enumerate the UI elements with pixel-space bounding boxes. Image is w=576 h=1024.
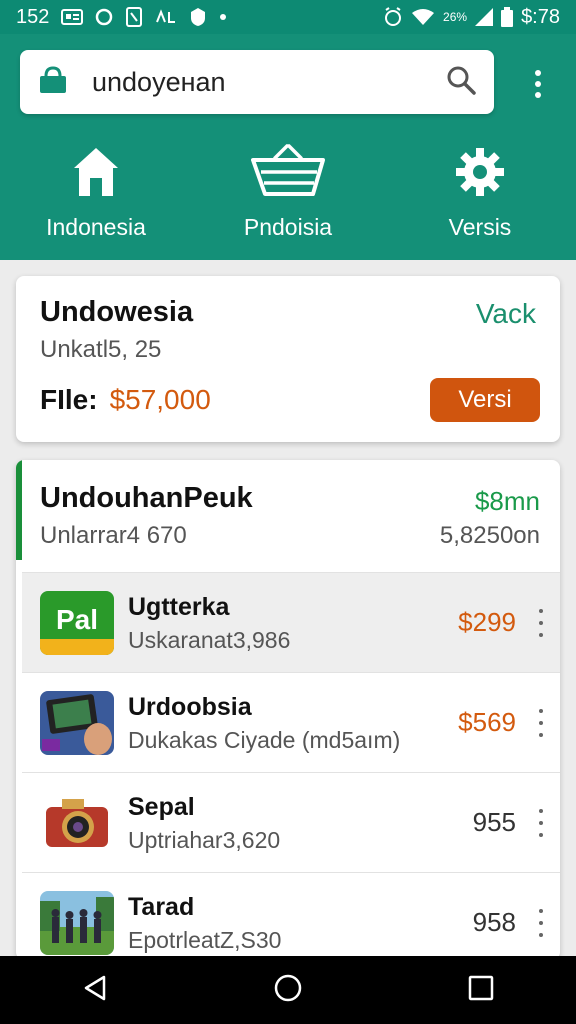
item-meta: Dukakas Ciyade (md5aım) xyxy=(128,727,401,753)
list-item[interactable]: Pal Ugtterka Uskaranat3,986 $299 xyxy=(22,572,560,672)
list-item[interactable]: Tarad EpotrleatZ,S30 958 xyxy=(22,872,560,960)
item-price: 958 xyxy=(472,907,516,937)
home-button-icon[interactable] xyxy=(273,973,303,1008)
item-meta: Uptriahar3,620 xyxy=(128,827,281,853)
status-clock: $:78 xyxy=(521,5,560,28)
gear-icon xyxy=(454,144,506,200)
group-photo-icon xyxy=(40,891,114,955)
system-nav-bar xyxy=(0,956,576,1024)
home-icon xyxy=(71,144,121,200)
list-item[interactable]: Urdoobsia Dukakas Ciyade (md5aım) $569 xyxy=(22,672,560,772)
price-row: FIle: $57,000 xyxy=(40,384,211,416)
status-time: 152 xyxy=(16,5,50,28)
item-meta: Uskaranat3,986 xyxy=(128,627,291,653)
card-subtitle-right: 5,8250on xyxy=(439,522,540,549)
app-header: undoyeнan Indonesia Pndoisia Versis xyxy=(0,34,576,260)
nav-item-versis[interactable]: Versis xyxy=(384,144,576,254)
overflow-menu-icon[interactable] xyxy=(524,64,552,104)
shopping-bag-icon xyxy=(38,65,68,99)
message-icon xyxy=(61,9,84,25)
list-item[interactable]: Sepal Uptriahar3,620 955 xyxy=(22,772,560,872)
battery-icon xyxy=(501,7,514,27)
wifi-icon xyxy=(411,8,435,26)
item-price: $299 xyxy=(458,607,516,637)
status-bar: 152 26% $:78 xyxy=(0,0,576,34)
category-nav: Indonesia Pndoisia Versis xyxy=(0,144,576,254)
app-notification-icon xyxy=(155,8,177,26)
item-name: Urdoobsia xyxy=(128,693,252,721)
item-price: 955 xyxy=(472,807,516,837)
signal-icon xyxy=(475,8,494,26)
card-amount: $8mn xyxy=(474,486,540,516)
card-subtitle: Unlarrar4 670 xyxy=(40,522,187,549)
card-subtitle: Unkatl5, 25 xyxy=(40,336,162,363)
device-photo-icon xyxy=(40,691,114,755)
item-name: Ugtterka xyxy=(128,593,230,621)
more-icon[interactable] xyxy=(536,809,546,837)
item-name: Sepal xyxy=(128,793,195,821)
list-card: UndouhanPeuk $8mn Unlarrar4 670 5,8250on… xyxy=(16,460,560,960)
nav-label: Versis xyxy=(448,214,512,240)
price-value: $57,000 xyxy=(109,384,211,415)
pal-logo-text: Pal xyxy=(56,604,98,635)
versi-button[interactable]: Versi xyxy=(430,378,540,422)
notification-icon xyxy=(125,7,143,27)
search-icon[interactable] xyxy=(446,65,476,100)
pal-app-icon: Pal xyxy=(40,591,114,655)
camera-icon xyxy=(40,791,114,855)
nav-label: Pndoisia xyxy=(243,214,333,240)
card-title: Undowesia xyxy=(40,296,194,328)
alarm-icon xyxy=(383,7,403,27)
search-input[interactable]: undoyeнan xyxy=(92,67,446,98)
item-price: $569 xyxy=(458,707,516,737)
recents-icon[interactable] xyxy=(468,975,494,1006)
nav-item-indonesia[interactable]: Indonesia xyxy=(0,144,192,254)
nav-item-pndoisia[interactable]: Pndoisia xyxy=(192,144,384,254)
item-meta: EpotrleatZ,S30 xyxy=(128,927,282,953)
back-icon[interactable] xyxy=(82,974,108,1007)
signal-label: 26% xyxy=(443,10,468,24)
more-icon[interactable] xyxy=(536,909,546,937)
price-label: FIle: xyxy=(40,384,98,415)
back-link[interactable]: Vack xyxy=(476,298,536,330)
summary-card: Undowesia Vack Unkatl5, 25 FIle: $57,000… xyxy=(16,276,560,442)
accent-bar xyxy=(16,460,22,560)
search-bar[interactable]: undoyeнan xyxy=(20,50,494,114)
shield-icon xyxy=(189,7,207,27)
nav-label: Indonesia xyxy=(46,214,146,240)
more-icon[interactable] xyxy=(536,709,546,737)
more-icon[interactable] xyxy=(536,609,546,637)
basket-icon xyxy=(251,144,325,200)
item-list: Pal Ugtterka Uskaranat3,986 $299 Urdoobs… xyxy=(22,572,560,960)
sync-icon xyxy=(95,8,113,26)
item-name: Tarad xyxy=(128,893,195,921)
card-title: UndouhanPeuk xyxy=(40,482,253,514)
dot-icon xyxy=(219,13,227,21)
